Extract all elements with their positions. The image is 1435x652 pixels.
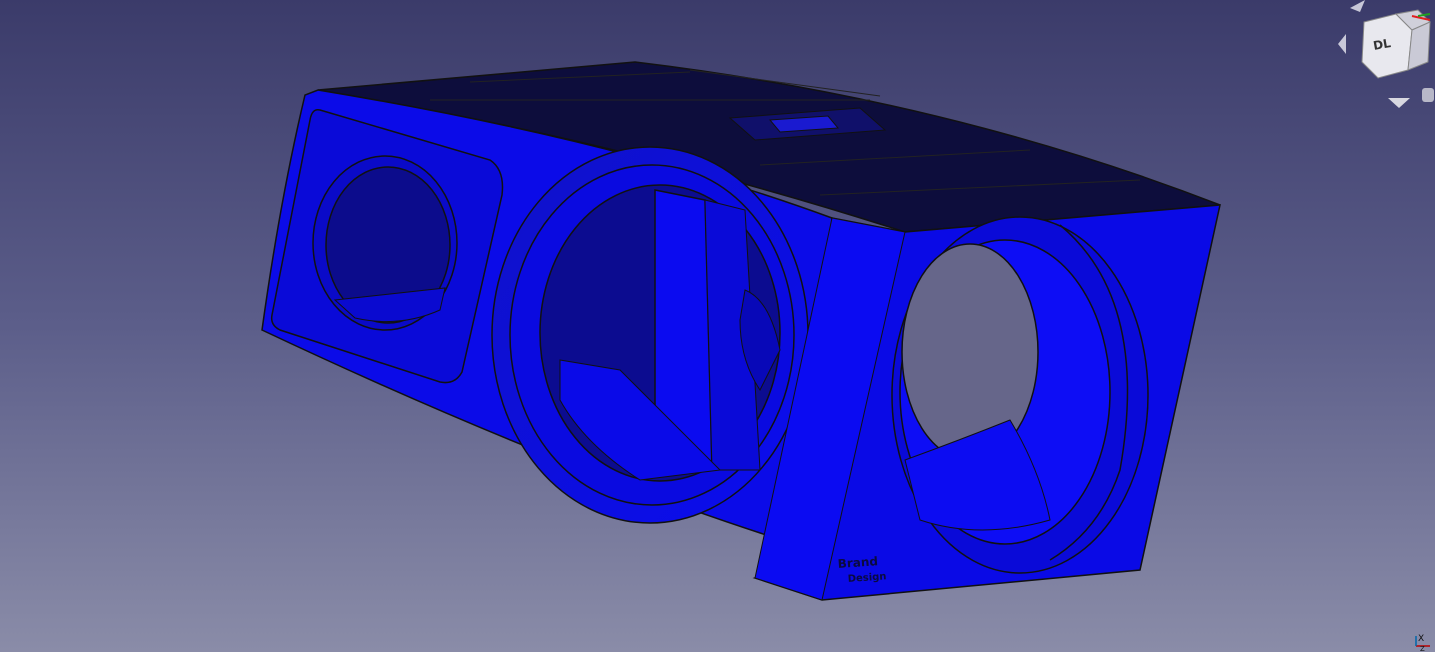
axis-cross: X Z: [1412, 630, 1435, 652]
axis-z-label: Z: [1420, 645, 1425, 652]
axis-x-label: X: [1418, 634, 1424, 644]
nav-arrow-left-icon[interactable]: [1338, 34, 1346, 54]
nav-view-menu-icon[interactable]: [1422, 88, 1434, 102]
nav-arrow-up-icon[interactable]: [1350, 0, 1365, 12]
3d-viewport[interactable]: Brand Design DL X Z: [0, 0, 1435, 652]
nav-arrow-down-icon[interactable]: [1388, 98, 1410, 108]
engraved-text-line1: Brand: [837, 554, 878, 571]
navigation-cube[interactable]: DL: [1330, 0, 1435, 115]
model-drawing: Brand Design: [261, 61, 1221, 601]
